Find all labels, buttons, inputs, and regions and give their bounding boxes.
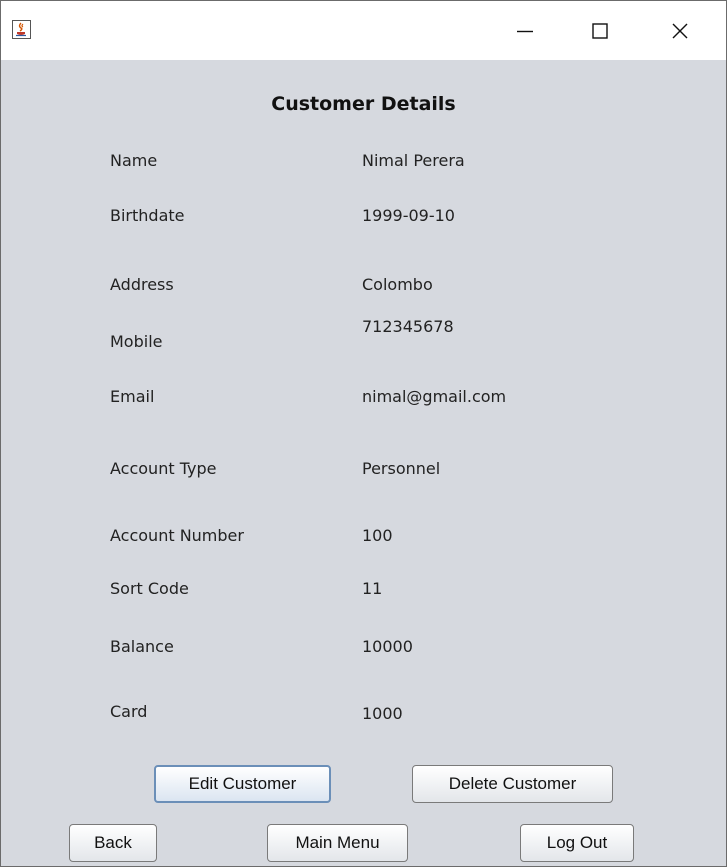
log-out-button[interactable]: Log Out	[520, 824, 634, 862]
maximize-icon	[592, 22, 608, 39]
name-value: Nimal Perera	[362, 151, 465, 170]
title-bar[interactable]	[1, 1, 726, 60]
minimize-icon	[517, 30, 533, 32]
maximize-button[interactable]	[569, 1, 631, 60]
sort-code-value: 11	[362, 579, 383, 598]
account-number-value: 100	[362, 526, 393, 545]
mobile-value: 712345678	[362, 317, 454, 336]
address-value: Colombo	[362, 275, 433, 294]
sort-code-label: Sort Code	[110, 579, 189, 598]
account-number-label: Account Number	[110, 526, 244, 545]
balance-label: Balance	[110, 637, 174, 656]
edit-customer-button[interactable]: Edit Customer	[154, 765, 331, 803]
minimize-button[interactable]	[494, 1, 556, 60]
customer-details-panel: Customer Details Name Nimal Perera Birth…	[1, 61, 726, 866]
back-button[interactable]: Back	[69, 824, 157, 862]
address-label: Address	[110, 275, 174, 294]
balance-value: 10000	[362, 637, 413, 656]
birthdate-value: 1999-09-10	[362, 206, 455, 225]
main-menu-button[interactable]: Main Menu	[267, 824, 408, 862]
delete-customer-button[interactable]: Delete Customer	[412, 765, 613, 803]
card-value: 1000	[362, 704, 403, 723]
java-cup-icon[interactable]	[12, 20, 31, 39]
mobile-label: Mobile	[110, 332, 163, 351]
close-button[interactable]	[649, 1, 711, 60]
app-window: Customer Details Name Nimal Perera Birth…	[0, 0, 727, 867]
account-type-value: Personnel	[362, 459, 441, 478]
birthdate-label: Birthdate	[110, 206, 185, 225]
name-label: Name	[110, 151, 158, 170]
close-icon	[672, 23, 688, 38]
account-type-label: Account Type	[110, 459, 217, 478]
page-title: Customer Details	[271, 93, 456, 115]
card-label: Card	[110, 702, 148, 721]
email-label: Email	[110, 387, 155, 406]
email-value: nimal@gmail.com	[362, 387, 507, 406]
